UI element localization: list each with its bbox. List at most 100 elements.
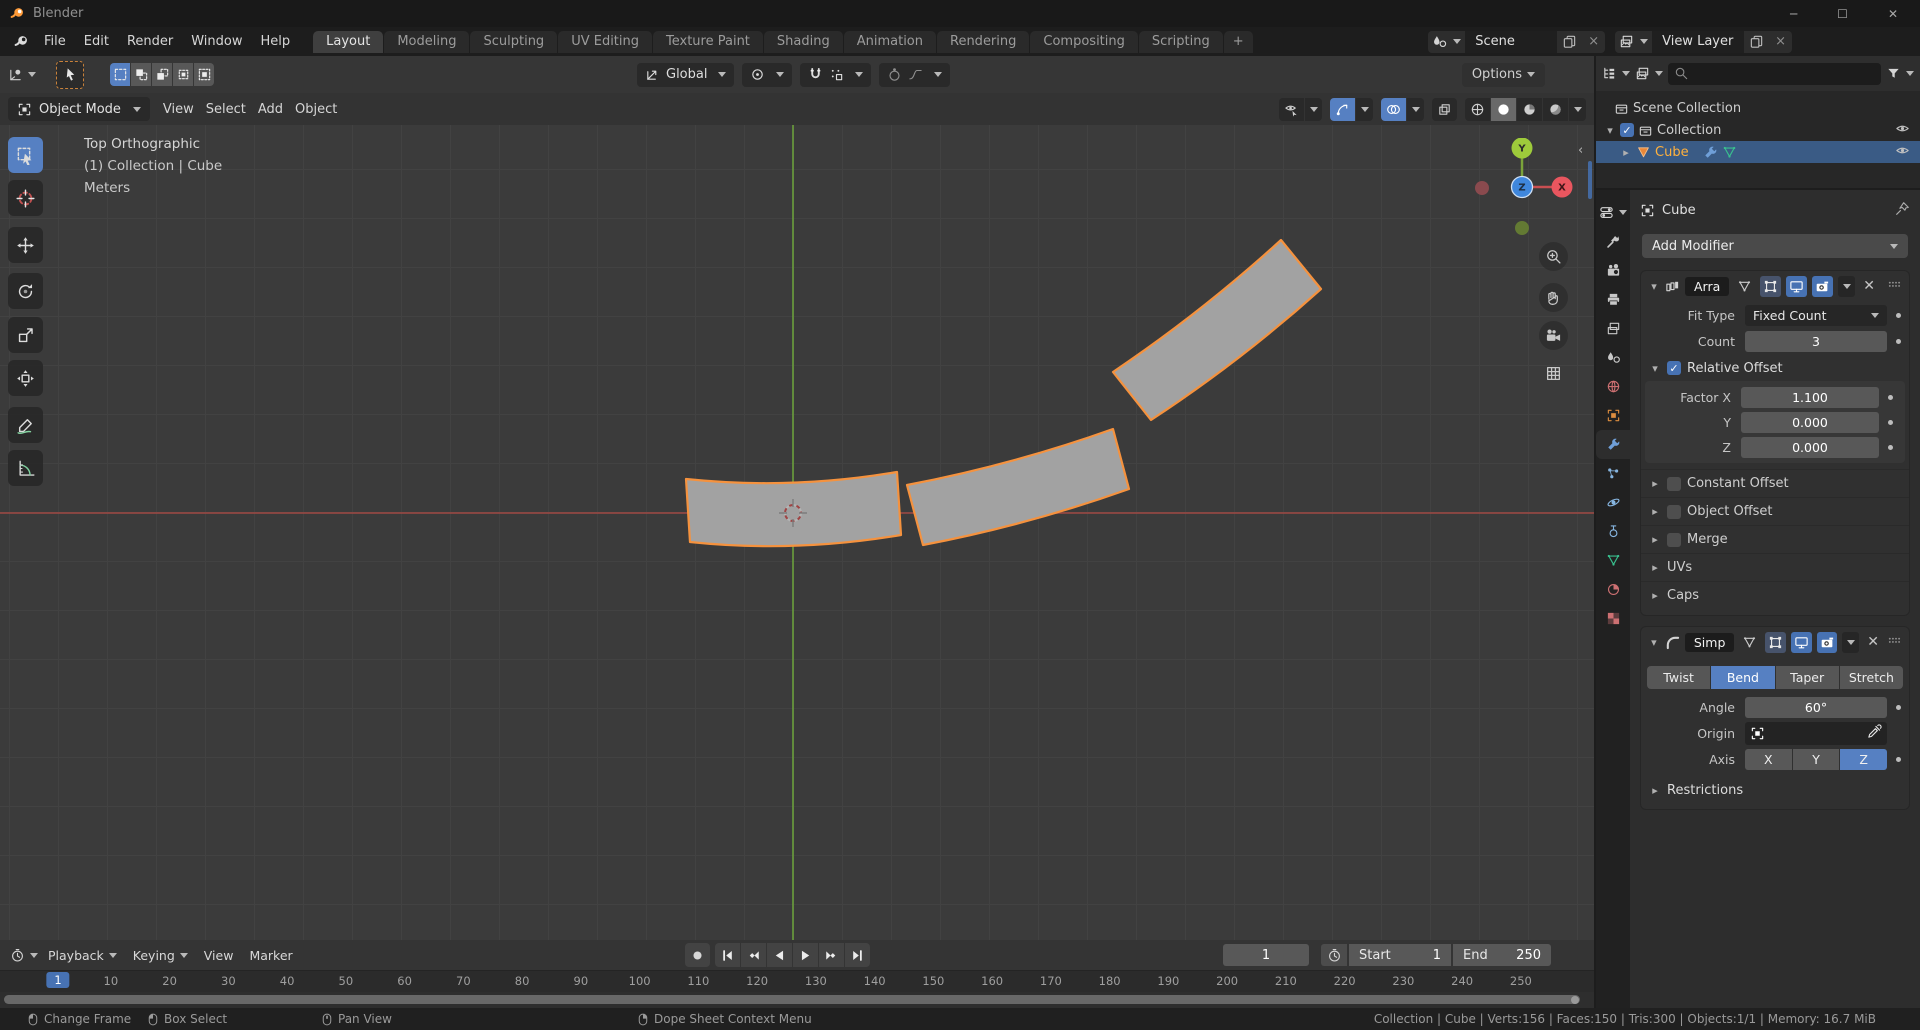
scrollbar-thumb[interactable] xyxy=(4,995,1580,1004)
view-layer-remove-button[interactable]: × xyxy=(1769,30,1792,53)
outliner-row-collection[interactable]: ▾ ✓ Collection xyxy=(1596,119,1920,141)
axis-y-button[interactable]: Y xyxy=(1792,748,1840,770)
display-mode-button[interactable] xyxy=(1635,66,1663,81)
maximize-button[interactable]: ☐ xyxy=(1837,7,1848,21)
close-button[interactable]: ✕ xyxy=(1888,7,1898,21)
section-caps[interactable]: ▸ Caps xyxy=(1641,581,1909,609)
scene-browse-button[interactable] xyxy=(1428,30,1466,53)
view-layer-copy-button[interactable] xyxy=(1744,30,1770,53)
animate-dot[interactable] xyxy=(1896,704,1901,710)
use-preview-range-button[interactable] xyxy=(1321,944,1347,966)
collection-checkbox[interactable]: ✓ xyxy=(1620,123,1634,137)
options-dropdown[interactable]: Options xyxy=(1461,62,1545,87)
deform-mode-taper[interactable]: Taper xyxy=(1775,666,1839,689)
collapse-arrow[interactable]: ▾ xyxy=(1648,636,1660,649)
expand-arrow[interactable]: ▸ xyxy=(1649,533,1661,546)
expand-arrow[interactable]: ▸ xyxy=(1620,146,1632,159)
animate-dot[interactable] xyxy=(1896,312,1901,318)
pivot-dropdown[interactable] xyxy=(742,62,793,87)
properties-tab-particles[interactable] xyxy=(1596,459,1630,488)
select-subtract-button[interactable] xyxy=(152,63,172,86)
mode-dropdown[interactable]: Object Mode xyxy=(8,97,150,121)
section-object-offset[interactable]: ▸ Object Offset xyxy=(1641,497,1909,525)
properties-tab-modifiers[interactable] xyxy=(1596,430,1630,459)
tab-sculpting[interactable]: Sculpting xyxy=(470,31,558,53)
tool-rotate-button[interactable] xyxy=(8,273,43,309)
on-cage-toggle[interactable] xyxy=(1734,276,1755,297)
play-reverse-button[interactable] xyxy=(767,943,792,967)
orientation-dropdown[interactable]: Global xyxy=(637,62,735,87)
hide-in-viewport-icon[interactable] xyxy=(1895,121,1910,140)
outliner-row-cube[interactable]: ▸ Cube xyxy=(1596,141,1920,163)
view-layer-browse-button[interactable] xyxy=(1615,30,1653,53)
tool-move-button[interactable] xyxy=(8,227,43,263)
tool-annotate-button[interactable] xyxy=(8,407,43,443)
viewport-menu-view[interactable]: View xyxy=(157,102,200,117)
count-field[interactable]: 3 xyxy=(1745,330,1887,352)
properties-tab-scene[interactable] xyxy=(1596,343,1630,372)
animate-dot[interactable] xyxy=(1896,756,1901,762)
jump-to-end-button[interactable] xyxy=(845,943,870,967)
properties-editor-button[interactable] xyxy=(1596,198,1630,227)
tool-measure-button[interactable] xyxy=(8,450,43,486)
current-frame-field[interactable]: 1 xyxy=(1223,944,1309,966)
section-checkbox[interactable] xyxy=(1667,504,1681,519)
pin-icon[interactable] xyxy=(1895,201,1910,220)
deform-mode-stretch[interactable]: Stretch xyxy=(1839,666,1903,689)
drag-handle[interactable] xyxy=(1887,277,1902,296)
viewport-menu-object[interactable]: Object xyxy=(289,102,343,117)
deform-mode-twist[interactable]: Twist xyxy=(1647,666,1711,689)
overlays-expand[interactable] xyxy=(1407,97,1424,121)
tab-texture-paint[interactable]: Texture Paint xyxy=(653,31,763,53)
viewport-3d[interactable]: Object Mode View Select Add Object Top Orth… xyxy=(0,93,1594,940)
modifier-extras-button[interactable] xyxy=(1838,275,1856,297)
properties-tab-render[interactable] xyxy=(1596,256,1630,285)
expand-arrow[interactable]: ▸ xyxy=(1649,505,1661,518)
end-frame-field[interactable]: End 250 xyxy=(1453,944,1551,966)
select-intersect-button[interactable] xyxy=(194,63,214,86)
properties-tab-world[interactable] xyxy=(1596,372,1630,401)
view-layer-name-field[interactable]: View Layer xyxy=(1652,30,1745,53)
minimize-button[interactable]: ─ xyxy=(1790,7,1797,21)
tab-shading[interactable]: Shading xyxy=(763,31,843,53)
timeline-ruler[interactable]: 1 10 20 30 40 50 60 70 80 90 100 110 120 130 140 150 160… xyxy=(0,970,1594,992)
select-new-button[interactable] xyxy=(110,63,130,86)
properties-tab-physics[interactable] xyxy=(1596,488,1630,517)
hide-in-viewport-icon[interactable] xyxy=(1895,143,1910,162)
next-keyframe-button[interactable] xyxy=(819,943,844,967)
shading-material-preview-button[interactable] xyxy=(1517,97,1542,121)
tab-layout[interactable]: Layout xyxy=(313,31,384,53)
viewport-menu-select[interactable]: Select xyxy=(200,102,252,117)
properties-tab-output[interactable] xyxy=(1596,285,1630,314)
viewport-menu-add[interactable]: Add xyxy=(252,102,289,117)
add-workspace-button[interactable]: + xyxy=(1223,31,1253,53)
relative-offset-header[interactable]: ▾ ✓ Relative Offset xyxy=(1641,355,1909,381)
viewport-grid[interactable] xyxy=(0,125,1594,940)
factor-field[interactable]: 0.000 xyxy=(1741,411,1879,433)
jump-to-start-button[interactable] xyxy=(715,943,740,967)
expand-arrow[interactable]: ▸ xyxy=(1649,589,1661,602)
edit-mode-toggle[interactable] xyxy=(1760,275,1782,297)
expand-arrow[interactable]: ▸ xyxy=(1649,561,1661,574)
select-extend-button[interactable] xyxy=(131,63,151,86)
show-overlays-button[interactable] xyxy=(1381,97,1406,121)
timeline-menu-keying[interactable]: Keying xyxy=(125,948,196,963)
outliner-editor-button[interactable] xyxy=(1602,66,1630,81)
timeline-menu-marker[interactable]: Marker xyxy=(241,948,300,963)
properties-tab-tool[interactable] xyxy=(1596,227,1630,256)
collapse-arrow[interactable]: ▾ xyxy=(1648,280,1660,293)
properties-tab-constraints[interactable] xyxy=(1596,517,1630,546)
current-frame-marker[interactable]: 1 xyxy=(46,972,70,988)
select-invert-button[interactable] xyxy=(173,63,193,86)
play-button[interactable] xyxy=(793,943,818,967)
realtime-toggle[interactable] xyxy=(1786,275,1808,297)
menu-help[interactable]: Help xyxy=(252,27,300,56)
simple-deform-name-field[interactable]: Simp xyxy=(1684,632,1735,652)
factor-field[interactable]: 0.000 xyxy=(1741,436,1879,458)
factor-field[interactable]: 1.100 xyxy=(1741,386,1879,408)
animate-dot[interactable] xyxy=(1896,338,1901,344)
snap-group[interactable] xyxy=(800,62,872,87)
scene-name-field[interactable]: Scene xyxy=(1465,30,1558,53)
pan-button[interactable] xyxy=(1539,283,1568,312)
shading-rendered-button[interactable] xyxy=(1543,97,1568,121)
